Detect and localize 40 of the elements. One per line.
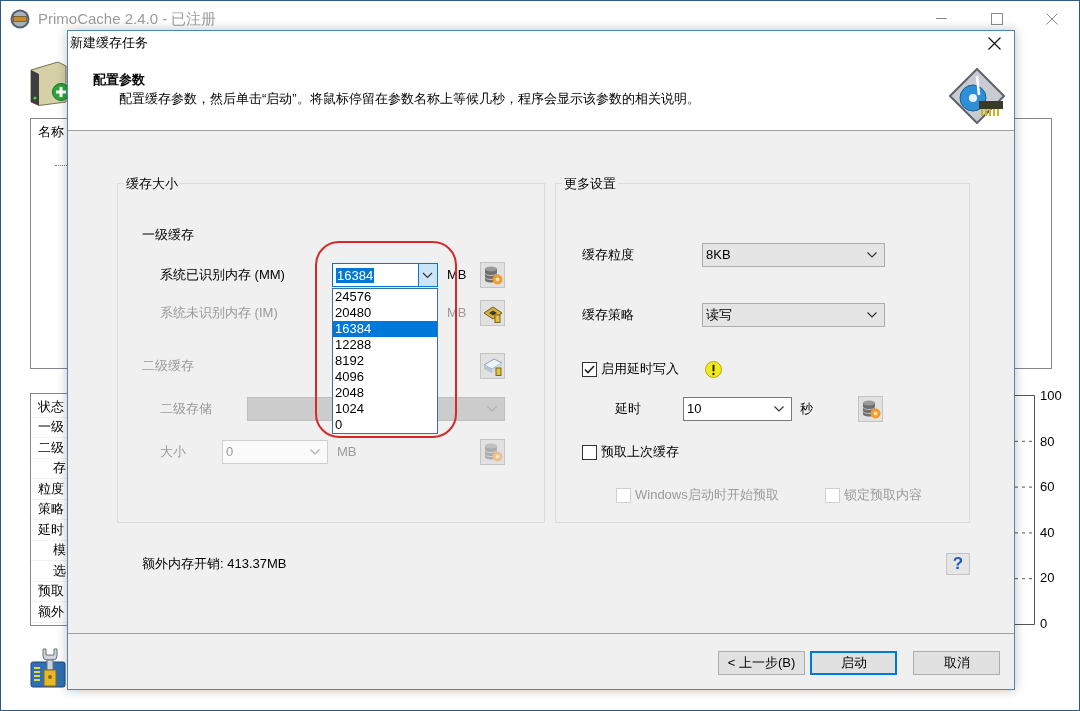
axis-tick-label: 80 (1040, 434, 1056, 449)
group-title: 更多设置 (563, 175, 617, 192)
field-label: 缓存策略 (582, 307, 634, 323)
field-label: 二级存储 (160, 401, 212, 417)
axis-tick-label: 20 (1040, 571, 1056, 586)
property-label: 粒度 (38, 480, 64, 497)
axis-tick-label: 40 (1040, 525, 1056, 540)
section-label: 一级缓存 (142, 227, 194, 243)
unit-label: MB (337, 444, 357, 460)
checkbox-label: Windows启动时开始预取 (635, 487, 779, 503)
overhead-text: 额外内存开销: 413.37MB (142, 556, 287, 572)
property-label: 选 (53, 562, 66, 579)
axis-tick-label: 100 (1040, 389, 1062, 403)
property-label: 一级 (38, 419, 64, 436)
property-label: 策略 (38, 501, 64, 518)
description-text: 配置缓存参数，然后单击“启动”。将鼠标停留在参数名称上等候几秒，程序会显示该参数的相关说明。 (119, 91, 700, 107)
field-label: 大小 (160, 444, 186, 460)
section-heading: 配置参数 (93, 72, 146, 88)
checkbox-label: 预取上次缓存 (601, 444, 679, 460)
field-label: 系统已识别内存 (MM) (160, 267, 285, 283)
column-header: 名称 (38, 124, 64, 140)
axis-tick-label: 0 (1040, 616, 1049, 631)
property-label: 预取 (38, 583, 64, 600)
property-label: 模 (53, 542, 66, 559)
property-label: 存 (53, 460, 66, 477)
group-title: 缓存大小 (125, 175, 179, 192)
property-label: 延时 (38, 521, 64, 538)
window-title: PrimoCache 2.4.0 - 已注册 (38, 9, 217, 28)
property-label: 额外 (38, 603, 64, 620)
property-label: 二级 (38, 439, 64, 456)
field-label: 缓存粒度 (582, 247, 634, 263)
dialog-title: 新建缓存任务 (70, 35, 148, 51)
property-label: 状态 (38, 398, 64, 415)
checkbox-label: 锁定预取内容 (844, 487, 922, 503)
unit-label: 秒 (800, 401, 813, 417)
field-label: 延时 (615, 401, 641, 417)
checkbox-label: 启用延时写入 (601, 361, 679, 377)
section-label: 二级缓存 (142, 358, 194, 374)
axis-tick-label: 60 (1040, 480, 1056, 495)
field-label: 系统未识别内存 (IM) (160, 305, 278, 321)
